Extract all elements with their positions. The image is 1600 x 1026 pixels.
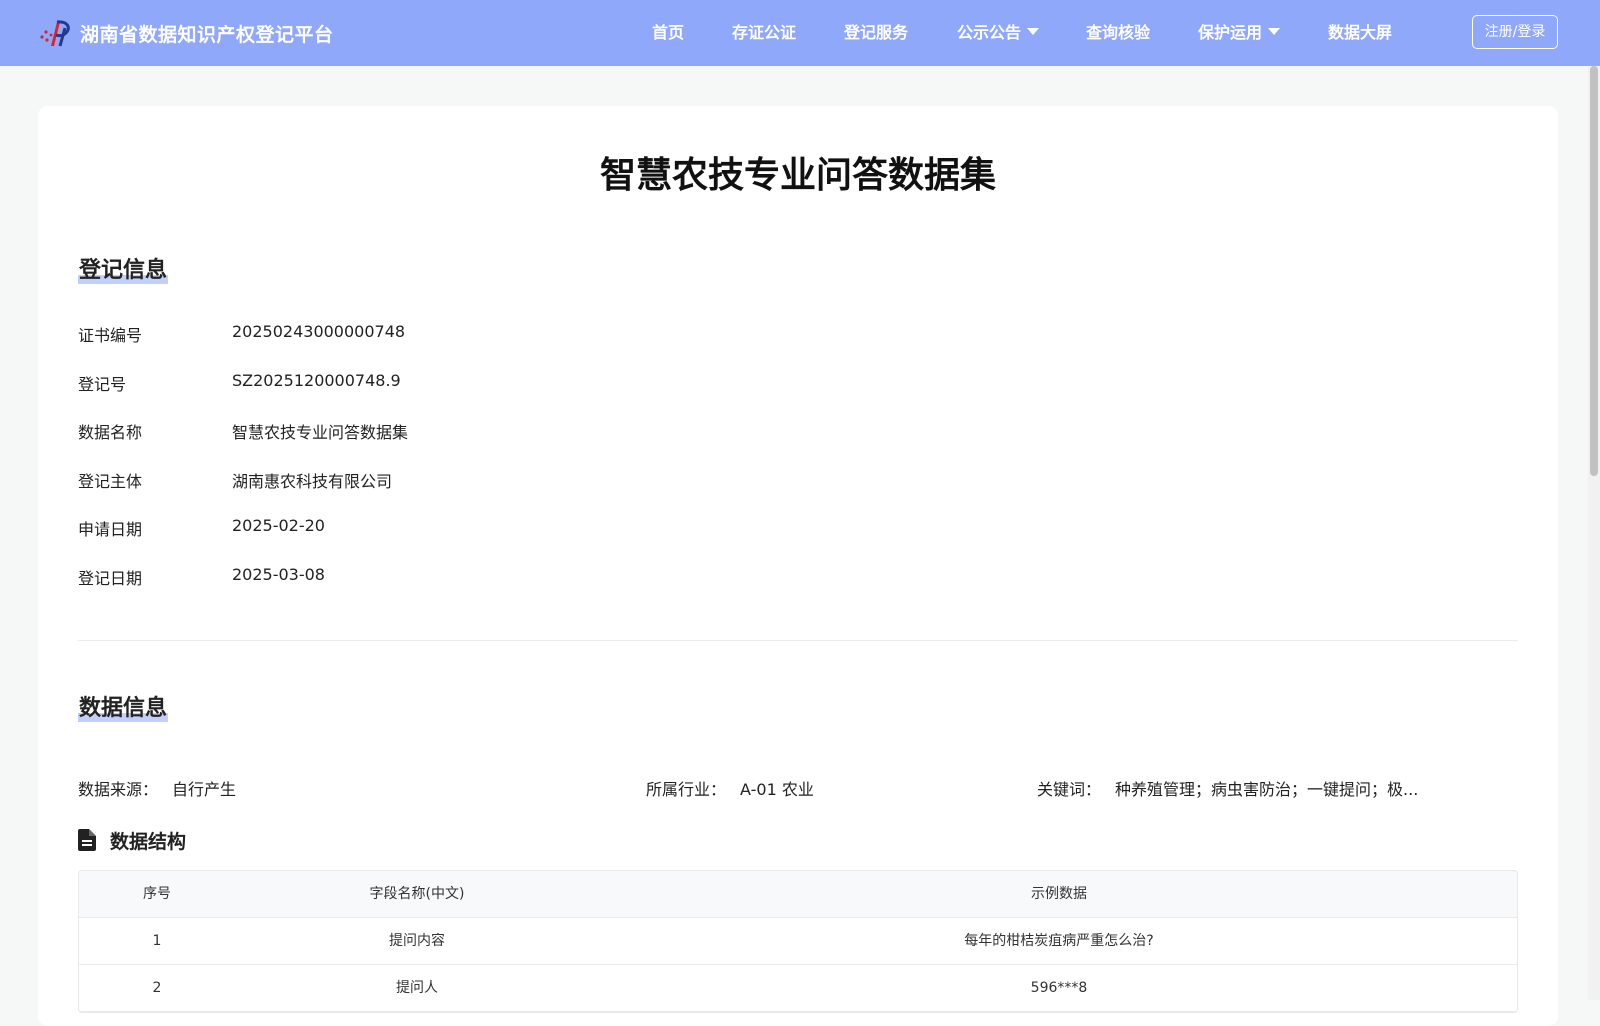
info-value: 湖南惠农科技有限公司 (232, 472, 393, 491)
meta-label: 数据来源： (78, 780, 159, 799)
nav-label: 登记服务 (844, 23, 909, 42)
info-label: 数据名称 (78, 423, 143, 442)
table-header-row: 序号 字段名称(中文) 示例数据 (79, 871, 1517, 918)
info-value: 2025-02-20 (232, 516, 325, 535)
top-navigation-bar: 湖南省数据知识产权登记平台 首页 存证公证 登记服务 公示公告 查询核验 保护运… (0, 0, 1600, 66)
register-login-button[interactable]: 注册/登录 (1472, 15, 1558, 49)
nav-item-registration-service[interactable]: 登记服务 (844, 0, 908, 66)
meta-keywords: 关键词： 种养殖管理；病虫害防治；一键提问；极... (1037, 776, 1418, 800)
nav-label: 存证公证 (732, 23, 797, 42)
meta-value: 种养殖管理；病虫害防治；一键提问；极... (1115, 780, 1419, 799)
table-cell-index: 2 (152, 980, 162, 996)
nav-label: 数据大屏 (1328, 23, 1393, 42)
main-nav: 首页 存证公证 登记服务 公示公告 查询核验 保护运用 数据大屏 (0, 0, 1600, 66)
info-value: 20250243000000748 (232, 322, 406, 341)
nav-item-data-dashboard[interactable]: 数据大屏 (1328, 0, 1392, 66)
nav-item-query-verify[interactable]: 查询核验 (1086, 0, 1150, 66)
info-label: 登记号 (78, 375, 127, 394)
caret-down-icon (1268, 28, 1281, 35)
detail-card: 智慧农技专业问答数据集 登记信息 证书编号 20250243000000748 … (38, 106, 1558, 1026)
nav-label: 查询核验 (1086, 23, 1151, 42)
section-divider (78, 640, 1518, 641)
info-label: 证书编号 (78, 326, 143, 345)
data-structure-heading: 数据结构 (78, 826, 186, 854)
info-value: 智慧农技专业问答数据集 (232, 423, 409, 442)
info-label: 登记日期 (78, 569, 143, 588)
meta-label: 关键词： (1037, 780, 1102, 799)
document-icon (78, 829, 96, 851)
page-scrollbar-thumb[interactable] (1590, 66, 1598, 476)
nav-label: 保护运用 (1198, 23, 1263, 42)
table-cell-field-name: 提问人 (396, 980, 438, 996)
table-cell-field-name: 提问内容 (389, 933, 445, 949)
nav-item-announcements[interactable]: 公示公告 (957, 0, 1040, 66)
data-structure-title: 数据结构 (110, 830, 187, 853)
table-row: 1 提问内容 每年的柑桔炭疽病严重怎么治? (79, 918, 1517, 965)
table-cell-index: 1 (152, 933, 162, 949)
nav-item-evidence-notary[interactable]: 存证公证 (732, 0, 796, 66)
table-cell-sample-data: 每年的柑桔炭疽病严重怎么治? (964, 933, 1154, 949)
meta-data-source: 数据来源： 自行产生 (78, 776, 236, 800)
info-value: SZ2025120000748.9 (232, 371, 401, 390)
column-header-sample-data: 示例数据 (1031, 886, 1087, 902)
nav-item-home[interactable]: 首页 (652, 0, 684, 66)
column-header-index: 序号 (143, 886, 171, 902)
section-title-data-info: 数据信息 (78, 690, 169, 722)
page-title: 智慧农技专业问答数据集 (599, 154, 996, 196)
section-title-registration: 登记信息 (78, 252, 169, 284)
table-row: 2 提问人 596***8 (79, 965, 1517, 1012)
meta-value: 自行产生 (172, 780, 237, 799)
caret-down-icon (1027, 28, 1040, 35)
table-cell-sample-data: 596***8 (1030, 980, 1088, 996)
info-value: 2025-03-08 (232, 565, 325, 584)
nav-item-protection-use[interactable]: 保护运用 (1198, 0, 1281, 66)
nav-label: 首页 (652, 23, 685, 42)
meta-industry: 所属行业： A-01 农业 (646, 776, 814, 800)
meta-value: A-01 农业 (740, 780, 814, 799)
data-structure-table: 序号 字段名称(中文) 示例数据 1 提问内容 每年的柑桔炭疽病严重怎么治? 2… (78, 870, 1518, 1013)
info-label: 登记主体 (78, 472, 143, 491)
column-header-field-name: 字段名称(中文) (369, 886, 465, 902)
meta-label: 所属行业： (646, 780, 727, 799)
nav-label: 公示公告 (957, 23, 1022, 42)
info-label: 申请日期 (78, 520, 143, 539)
